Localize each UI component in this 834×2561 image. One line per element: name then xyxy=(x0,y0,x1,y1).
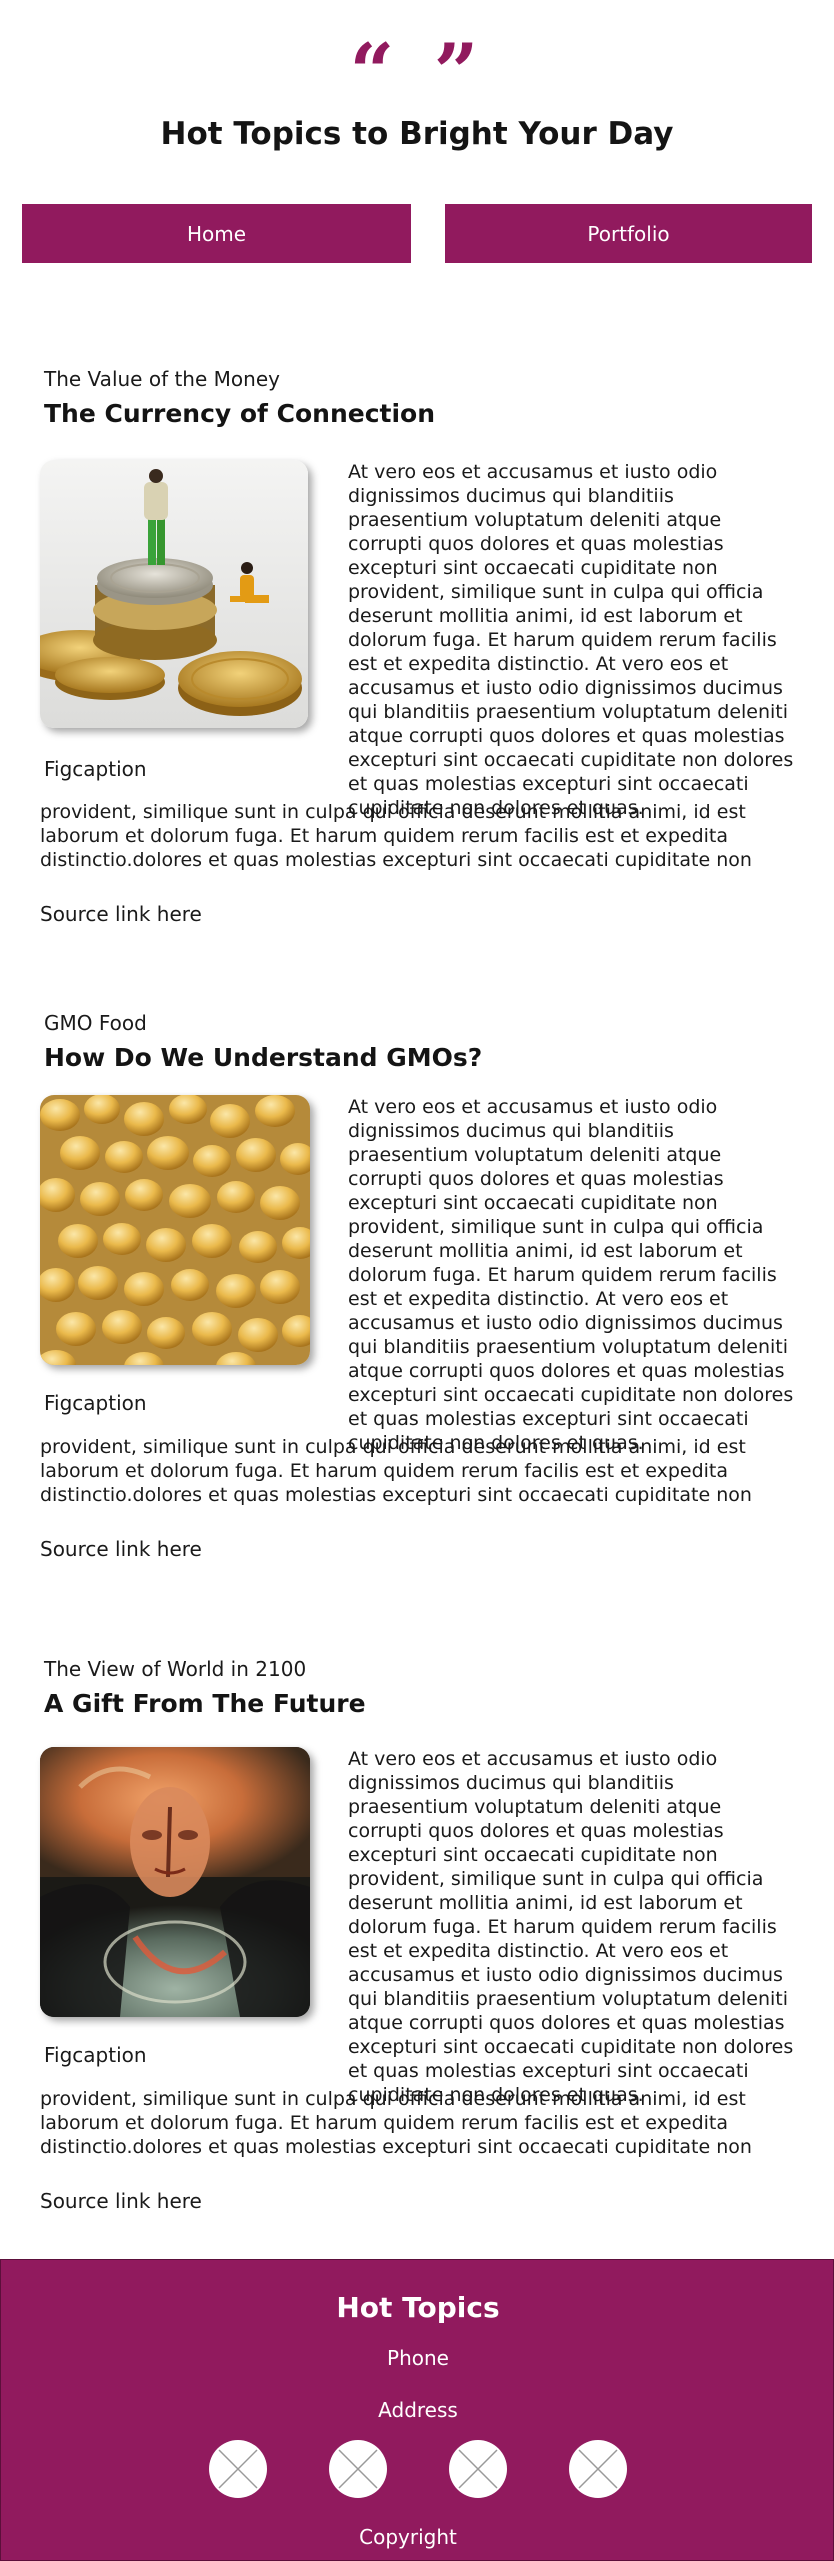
footer-phone: Phone xyxy=(387,2346,449,2370)
quote-icon: “ ” xyxy=(349,27,485,118)
article-body: At vero eos et accusamus et iusto odio d… xyxy=(348,461,794,819)
figcaption: Figcaption xyxy=(44,757,147,781)
footer-title: Hot Topics xyxy=(336,2291,500,2324)
image-placeholder-icon[interactable] xyxy=(449,2440,507,2498)
article-body-continued: provident, similique sunt in culpa qui o… xyxy=(40,801,752,871)
article-kicker: The View of World in 2100 xyxy=(44,1657,307,1681)
page-title: Hot Topics to Bright Your Day xyxy=(160,116,674,152)
article-body: At vero eos et accusamus et iusto odio d… xyxy=(348,1096,794,1454)
article-headline: How Do We Understand GMOs? xyxy=(44,1043,483,1072)
abstract-painting-image xyxy=(40,1747,310,2017)
figcaption: Figcaption xyxy=(44,2043,147,2067)
nav-portfolio-button[interactable]: Portfolio xyxy=(445,204,812,263)
article-body: At vero eos et accusamus et iusto odio d… xyxy=(348,1748,794,2106)
article-body-continued: provident, similique sunt in culpa qui o… xyxy=(40,2088,752,2158)
footer: Hot Topics Phone Address Copyright xyxy=(0,2259,834,2561)
footer-address: Address xyxy=(378,2398,458,2422)
source-link[interactable]: Source link here xyxy=(40,2188,202,2214)
article-body-continued: provident, similique sunt in culpa qui o… xyxy=(40,1436,752,1506)
coins-figurines-image xyxy=(40,460,308,728)
source-link[interactable]: Source link here xyxy=(40,1536,202,1562)
article-kicker: GMO Food xyxy=(44,1011,147,1035)
nav-home-button[interactable]: Home xyxy=(22,204,411,263)
footer-copyright: Copyright xyxy=(359,2525,457,2549)
article-kicker: The Value of the Money xyxy=(44,367,280,391)
image-placeholder-icon[interactable] xyxy=(329,2440,387,2498)
corn-kernels-image xyxy=(40,1095,310,1365)
figcaption: Figcaption xyxy=(44,1391,147,1415)
article-headline: The Currency of Connection xyxy=(44,399,436,428)
image-placeholder-icon[interactable] xyxy=(209,2440,267,2498)
article-headline: A Gift From The Future xyxy=(44,1689,366,1718)
source-link[interactable]: Source link here xyxy=(40,901,202,927)
image-placeholder-icon[interactable] xyxy=(569,2440,627,2498)
